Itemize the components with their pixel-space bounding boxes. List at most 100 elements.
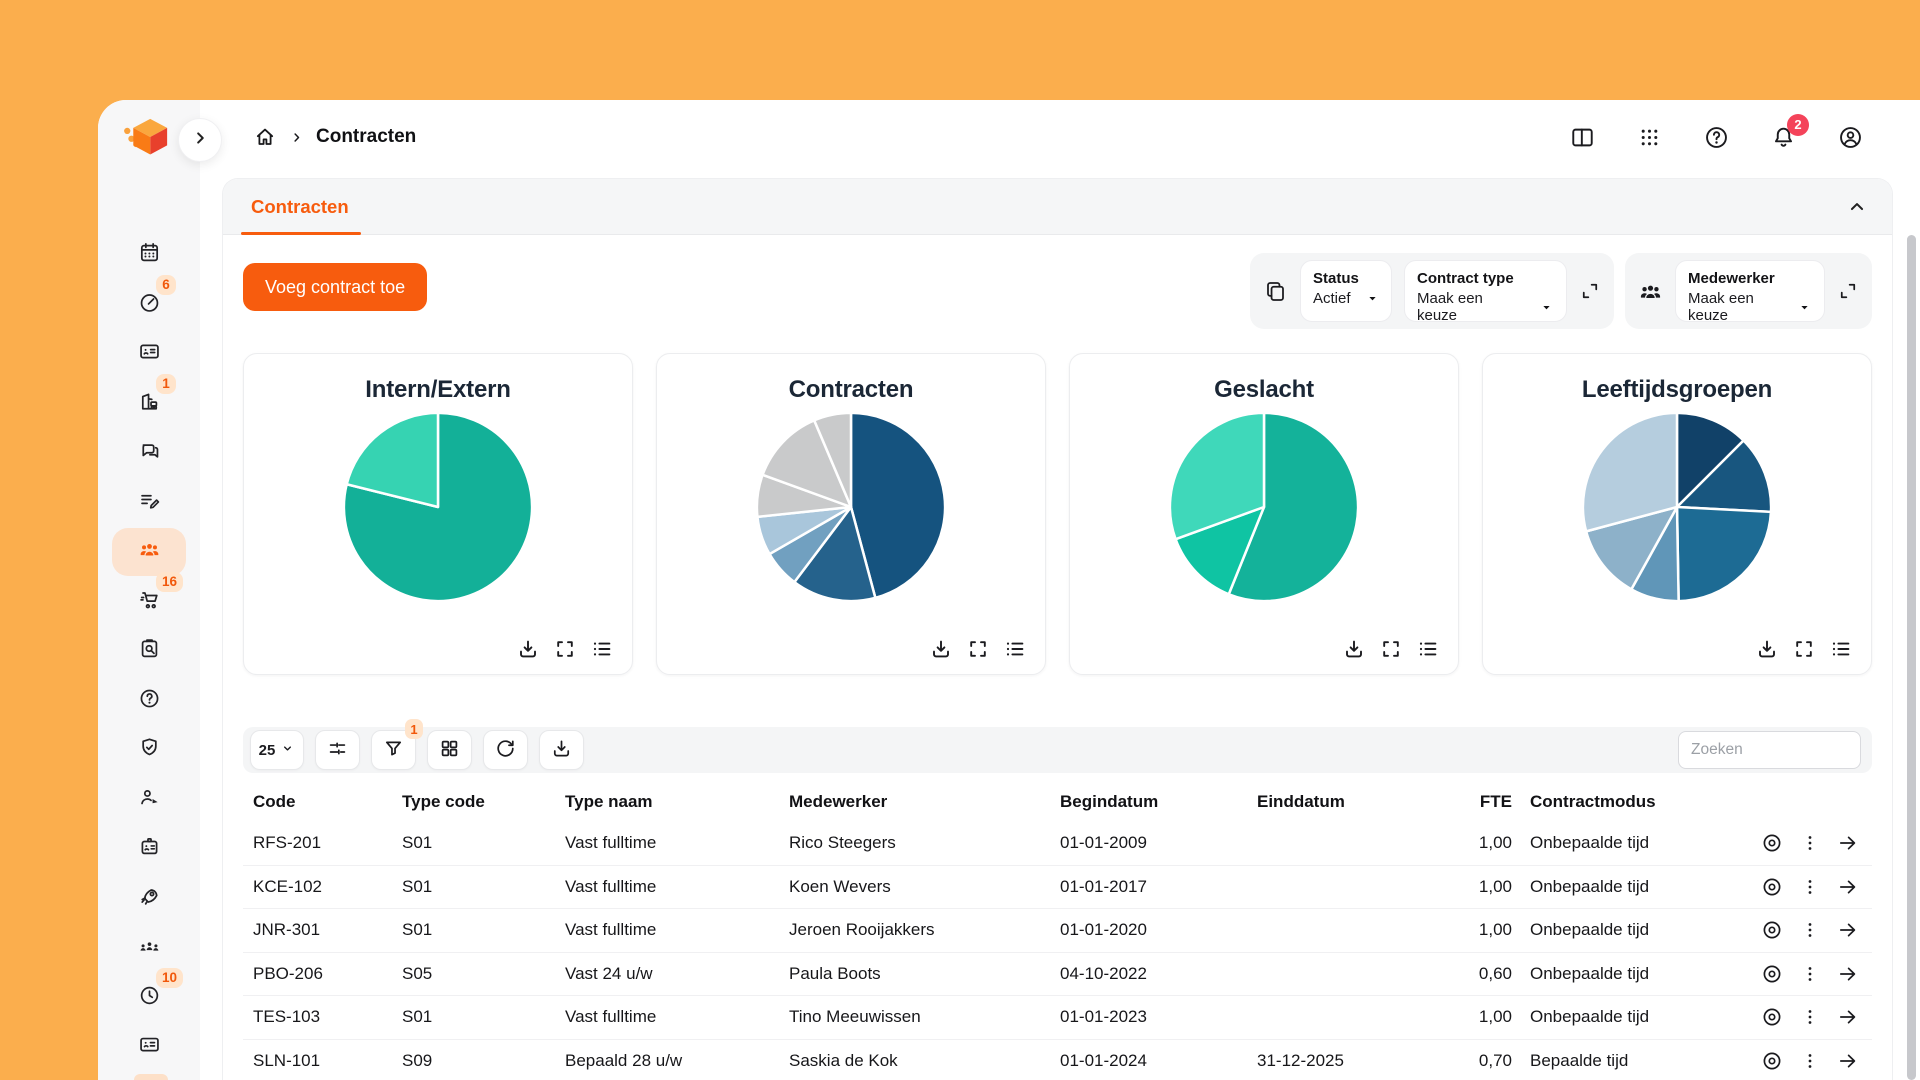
row-eye-target-icon[interactable] (1760, 918, 1784, 942)
row-arrow-right-icon[interactable] (1836, 1049, 1860, 1073)
chart-download-icon[interactable] (929, 637, 953, 661)
filter-funnel-button[interactable]: 1 (371, 730, 416, 770)
sidebar-item-contact-card[interactable] (112, 1023, 186, 1071)
chart-fullscreen-icon[interactable] (553, 637, 577, 661)
row-actions (1752, 831, 1872, 855)
chart-list-legend-icon[interactable] (1003, 637, 1027, 661)
row-eye-target-icon[interactable] (1760, 1005, 1784, 1029)
help-circle-icon[interactable] (1703, 124, 1730, 151)
filter-select-status[interactable]: StatusActief (1300, 260, 1392, 322)
apps-grid-icon[interactable] (1636, 124, 1663, 151)
shopping-cart-icon (138, 588, 161, 616)
sidebar-item-user-direction[interactable] (112, 776, 186, 824)
sidebar-item-chat-bubbles[interactable] (112, 429, 186, 477)
sidebar-count-badge: 1 (156, 374, 176, 394)
sidebar-item-clock-history[interactable]: 10 (112, 974, 186, 1022)
page-size-select[interactable]: 25 (250, 730, 304, 770)
cell: Onbepaalde tijd (1522, 877, 1752, 897)
filter-select-contract-type[interactable]: Contract typeMaak een keuze (1404, 260, 1567, 322)
row-eye-target-icon[interactable] (1760, 875, 1784, 899)
chart-fullscreen-icon[interactable] (1379, 637, 1403, 661)
row-arrow-right-icon[interactable] (1836, 962, 1860, 986)
row-arrow-right-icon[interactable] (1836, 875, 1860, 899)
row-eye-target-icon[interactable] (1760, 962, 1784, 986)
sidebar-item-shopping-cart[interactable]: 16 (112, 578, 186, 626)
sidebar-item-org-group[interactable] (112, 924, 186, 972)
tab-contracten[interactable]: Contracten (251, 179, 349, 234)
expand-filter-icon[interactable] (1579, 280, 1601, 302)
layout-grid-button[interactable] (427, 730, 472, 770)
column-header-code: Code (243, 792, 402, 812)
team-people-icon (138, 538, 161, 566)
sidebar-item-id-badge[interactable] (112, 825, 186, 873)
chart-list-legend-icon[interactable] (1829, 637, 1853, 661)
cell: Onbepaalde tijd (1522, 964, 1752, 984)
row-arrow-right-icon[interactable] (1836, 831, 1860, 855)
chart-title: Leeftijdsgroepen (1483, 376, 1871, 404)
row-actions (1752, 1005, 1872, 1029)
sidebar-item-team-people[interactable] (112, 528, 186, 576)
row-eye-target-icon[interactable] (1760, 831, 1784, 855)
column-settings-button[interactable] (315, 730, 360, 770)
row-kebab-icon[interactable] (1799, 919, 1821, 941)
table-row[interactable]: PBO-206S05Vast 24 u/wPaula Boots04-10-20… (243, 952, 1872, 996)
table-row[interactable]: JNR-301S01Vast fulltimeJeroen Rooijakker… (243, 908, 1872, 952)
bell-icon[interactable]: 2 (1770, 124, 1797, 151)
sidebar-item-notes-edit[interactable] (112, 479, 186, 527)
table-row[interactable]: SLN-101S09Bepaald 28 u/wSaskia de Kok01-… (243, 1039, 1872, 1080)
table-row[interactable]: KCE-102S01Vast fulltimeKoen Wevers01-01-… (243, 865, 1872, 909)
filter-select-medewerker[interactable]: MedewerkerMaak een keuze (1675, 260, 1825, 322)
contracts-table: CodeType codeType naamMedewerkerBegindat… (243, 783, 1872, 1080)
help-circle-icon (138, 687, 161, 715)
sidebar-item-shield-check[interactable] (112, 726, 186, 774)
sidebar-item-calendar[interactable] (112, 231, 186, 279)
sidebar-expand-button[interactable] (178, 118, 222, 162)
chart-download-icon[interactable] (1755, 637, 1779, 661)
sidebar-item-company-building[interactable]: 1 (112, 380, 186, 428)
chart-fullscreen-icon[interactable] (966, 637, 990, 661)
row-kebab-icon[interactable] (1799, 1006, 1821, 1028)
cell: JNR-301 (243, 920, 402, 940)
chart-list-legend-icon[interactable] (1416, 637, 1440, 661)
sidebar-count-badge: 6 (156, 275, 176, 295)
search-input[interactable] (1678, 731, 1861, 769)
row-arrow-right-icon[interactable] (1836, 1005, 1860, 1029)
column-header-medewerker: Medewerker (789, 792, 1060, 812)
expand-filter-icon[interactable] (1837, 280, 1859, 302)
sidebar-item-clipboard-search[interactable] (112, 627, 186, 675)
home-icon[interactable] (253, 125, 277, 149)
panel-collapse-button[interactable] (1846, 196, 1868, 218)
row-arrow-right-icon[interactable] (1836, 918, 1860, 942)
sidebar-item-rocket[interactable] (112, 875, 186, 923)
refresh-button[interactable] (483, 730, 528, 770)
chart-fullscreen-icon[interactable] (1792, 637, 1816, 661)
sidebar-item-help-circle[interactable] (112, 677, 186, 725)
row-kebab-icon[interactable] (1799, 1050, 1821, 1072)
breadcrumb-current: Contracten (316, 126, 416, 148)
tab-bar: Contracten (223, 179, 1892, 235)
row-kebab-icon[interactable] (1799, 963, 1821, 985)
table-row[interactable]: TES-103S01Vast fulltimeTino Meeuwissen01… (243, 995, 1872, 1039)
vertical-scrollbar[interactable] (1907, 235, 1916, 1080)
sidebar-item-dashboard-gauge[interactable]: 6 (112, 281, 186, 329)
chart-download-icon[interactable] (1342, 637, 1366, 661)
row-kebab-icon[interactable] (1799, 876, 1821, 898)
table-row[interactable]: RFS-201S01Vast fulltimeRico Steegers01-0… (243, 821, 1872, 865)
sidebar-item-id-card[interactable] (112, 330, 186, 378)
user-circle-icon[interactable] (1837, 124, 1864, 151)
add-contract-button[interactable]: Voeg contract toe (243, 263, 427, 311)
chart-download-icon[interactable] (516, 637, 540, 661)
chart-list-legend-icon[interactable] (590, 637, 614, 661)
column-header-einddatum: Einddatum (1257, 792, 1453, 812)
download-icon (550, 737, 573, 763)
pie-chart (754, 410, 948, 604)
split-view-icon[interactable] (1569, 124, 1596, 151)
row-actions (1752, 918, 1872, 942)
chart-card-leeftijdsgroepen: Leeftijdsgroepen (1482, 353, 1872, 675)
row-actions (1752, 1049, 1872, 1073)
row-eye-target-icon[interactable] (1760, 1049, 1784, 1073)
download-button[interactable] (539, 730, 584, 770)
cell: RFS-201 (243, 833, 402, 853)
pie-chart (1167, 410, 1361, 604)
row-kebab-icon[interactable] (1799, 832, 1821, 854)
